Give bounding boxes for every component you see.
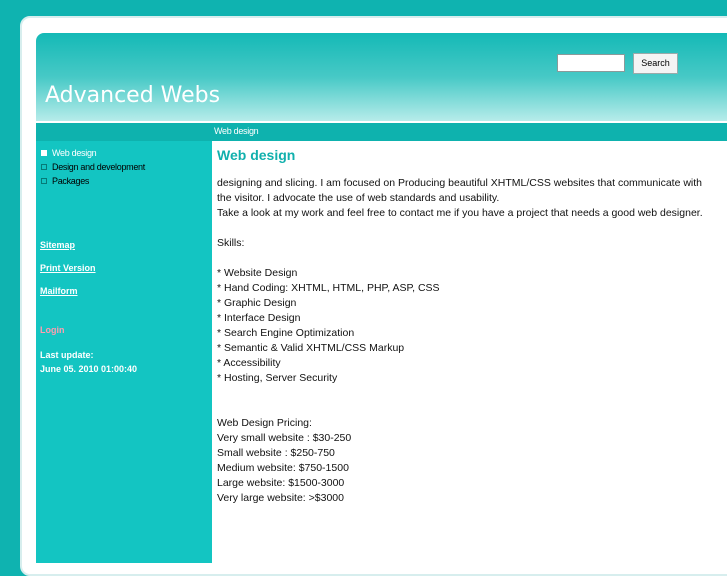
bullet-empty-icon (41, 178, 47, 184)
sidebar-item-label: Design and development (52, 162, 145, 172)
pricing-item: Medium website: $750-1500 (217, 462, 349, 474)
intro-paragraph: designing and slicing. I am focused on P… (217, 177, 702, 204)
last-update: Last update: June 05. 2010 01:00:40 (40, 348, 137, 376)
last-update-value: June 05. 2010 01:00:40 (40, 364, 138, 374)
nav-bar: Web design (36, 122, 727, 141)
pricing-item: Small website : $250-750 (217, 447, 335, 459)
sidebar-item-web-design[interactable]: Web design (41, 146, 145, 160)
skill-item: * Search Engine Optimization (217, 327, 355, 339)
site-title[interactable]: Advanced Webs (45, 83, 220, 108)
sidebar-item-label: Web design (52, 148, 97, 158)
print-version-link[interactable]: Print Version (40, 263, 96, 273)
skill-item: * Graphic Design (217, 297, 297, 309)
page-title: Web design (217, 147, 296, 163)
skill-item: * Semantic & Valid XHTML/CSS Markup (217, 342, 405, 354)
pricing-item: Very small website : $30-250 (217, 432, 352, 444)
main-content: Web design designing and slicing. I am f… (217, 141, 717, 506)
site-container: Advanced Webs Search Web design Web desi… (36, 33, 727, 563)
search-button[interactable]: Search (633, 53, 678, 74)
sitemap-link[interactable]: Sitemap (40, 240, 75, 250)
intro-paragraph: Take a look at my work and feel free to … (217, 207, 703, 219)
last-update-label: Last update: (40, 350, 94, 360)
sidebar-item-design-and-development[interactable]: Design and development (41, 160, 145, 174)
mailform-link[interactable]: Mailform (40, 286, 78, 296)
breadcrumb: Web design (214, 126, 259, 136)
pricing-heading: Web Design Pricing: (217, 417, 312, 429)
skill-item: * Website Design (217, 267, 298, 279)
search-input[interactable] (557, 54, 625, 72)
sidebar-menu: Web design Design and development Packag… (41, 146, 145, 188)
sidebar-item-label: Packages (52, 176, 90, 186)
sidebar: Web design Design and development Packag… (36, 141, 212, 563)
bullet-filled-icon (41, 150, 47, 156)
skills-heading: Skills: (217, 237, 245, 249)
sidebar-item-packages[interactable]: Packages (41, 174, 145, 188)
pricing-item: Large website: $1500-3000 (217, 477, 345, 489)
pricing-item: Very large website: >$3000 (217, 492, 344, 504)
skill-item: * Hand Coding: XHTML, HTML, PHP, ASP, CS… (217, 282, 440, 294)
login-link[interactable]: Login (40, 325, 65, 335)
site-header: Advanced Webs Search (36, 33, 727, 121)
skill-item: * Interface Design (217, 312, 301, 324)
bullet-empty-icon (41, 164, 47, 170)
skill-item: * Hosting, Server Security (217, 372, 338, 384)
skill-item: * Accessibility (217, 357, 281, 369)
